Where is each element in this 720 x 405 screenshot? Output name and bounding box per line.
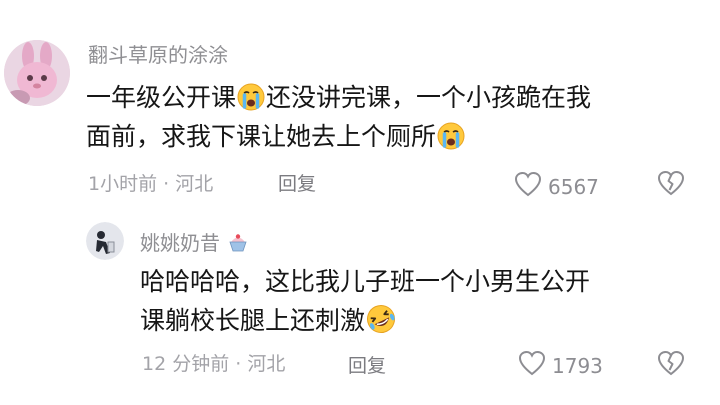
dislike-button[interactable] bbox=[657, 350, 685, 380]
reply-button[interactable]: 回复 bbox=[278, 172, 316, 196]
comment-text-part: 课躺校长腿上还刺激 bbox=[140, 306, 366, 335]
reply-button[interactable]: 回复 bbox=[348, 354, 386, 378]
rolling-laughing-face-icon bbox=[366, 304, 396, 346]
comment-username[interactable]: 翻斗草原的涂涂 bbox=[88, 42, 228, 68]
like-button[interactable]: 1793 bbox=[518, 350, 603, 381]
comment-text: 面前，求我下课让她去上个厕所 bbox=[86, 117, 466, 162]
like-count: 6567 bbox=[548, 174, 599, 199]
broken-heart-icon bbox=[657, 170, 685, 200]
comment-meta: 1小时前 · 河北 bbox=[88, 173, 214, 195]
like-count: 1793 bbox=[552, 353, 603, 378]
comment-text: 哈哈哈哈，这比我儿子班一个小男生公开 bbox=[140, 267, 591, 296]
comment-username-text: 姚姚奶昔 bbox=[140, 231, 220, 255]
comment-text-part: 面前，求我下课让她去上个厕所 bbox=[86, 122, 437, 151]
comment-section: 翻斗草原的涂涂 一年级公开课 还没讲完课，一个小孩跪在我 面前，求我下课让她去上… bbox=[0, 0, 720, 405]
comment-text-part: 一年级公开课 bbox=[86, 83, 237, 112]
broken-heart-icon bbox=[657, 350, 685, 380]
comment-text-part: 还没讲完课，一个小孩跪在我 bbox=[266, 83, 592, 112]
avatar[interactable] bbox=[4, 40, 70, 106]
comment-text: 课躺校长腿上还刺激 bbox=[140, 301, 397, 346]
heart-outline-icon bbox=[514, 171, 542, 202]
comment-meta: 12 分钟前 · 河北 bbox=[142, 353, 286, 375]
crying-face-icon bbox=[437, 122, 465, 162]
heart-outline-icon bbox=[518, 350, 546, 381]
avatar[interactable] bbox=[86, 222, 124, 260]
comment-username[interactable]: 姚姚奶昔 bbox=[140, 230, 250, 260]
dislike-button[interactable] bbox=[657, 170, 685, 200]
like-button[interactable]: 6567 bbox=[514, 171, 599, 202]
shaved-ice-icon bbox=[227, 232, 249, 260]
